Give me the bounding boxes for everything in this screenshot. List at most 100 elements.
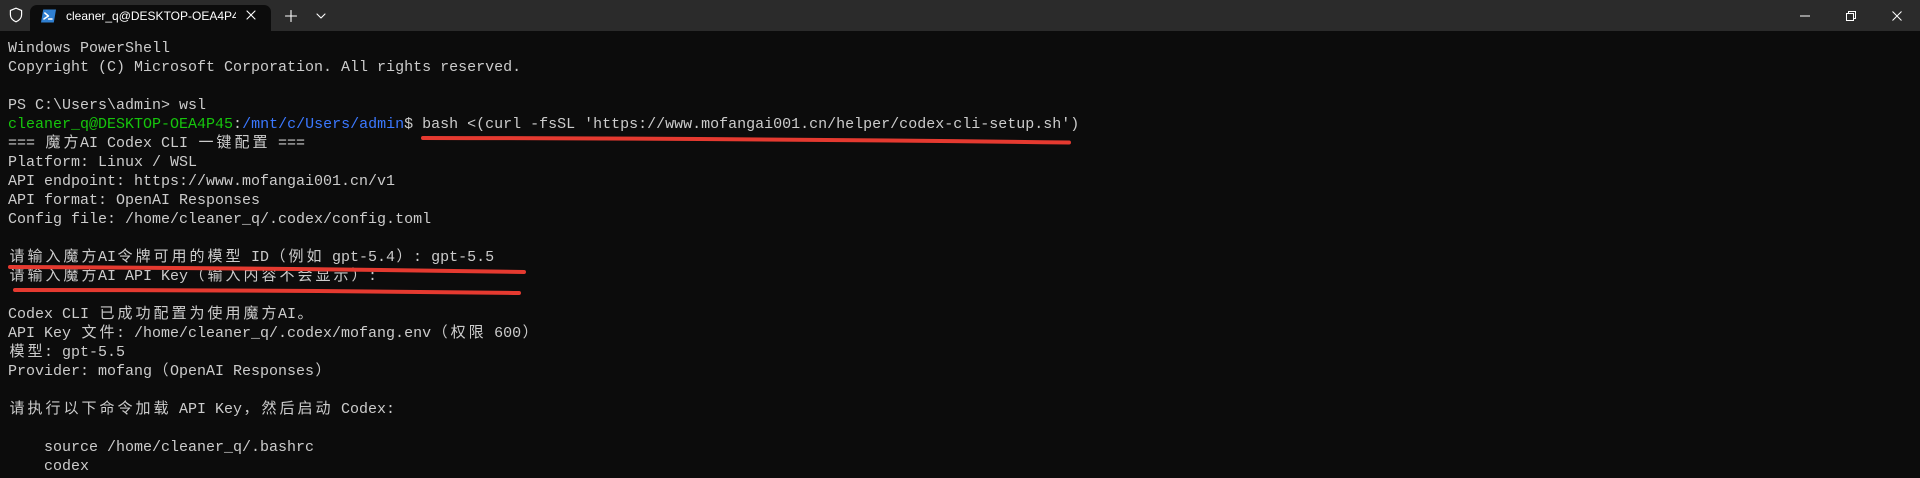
wide-char: ） — [315, 363, 331, 380]
wide-char: ） — [522, 325, 538, 342]
wide-char: 魔 — [63, 268, 79, 285]
powershell-command: wsl — [179, 97, 207, 114]
wide-char: 。 — [297, 306, 313, 323]
wide-char: 执 — [27, 401, 43, 418]
wide-char: 方 — [261, 306, 277, 323]
wide-char: 件 — [99, 325, 115, 342]
wide-char: 使 — [207, 306, 223, 323]
new-tab-button[interactable] — [276, 2, 306, 29]
terminal-output[interactable]: Windows PowerShell Copyright (C) Microso… — [0, 31, 1920, 478]
wide-char: 方 — [63, 135, 79, 152]
powershell-prompt: PS C:\Users\admin> — [8, 97, 171, 114]
model-id-prompt-line: 请输入魔方 AI令牌可用的模型 ID（例如 gpt-5.4）: gpt-5.5 — [8, 248, 1912, 267]
tab-active[interactable]: cleaner_q@DESKTOP-OEA4P4 — [30, 5, 271, 31]
setup-platform: Platform: Linux / WSL — [8, 154, 198, 171]
powershell-icon — [40, 8, 57, 24]
wide-char: 行 — [45, 401, 61, 418]
wide-char: 载 — [153, 401, 169, 418]
prompt-user-host: cleaner_q@DESKTOP-OEA4P45 — [8, 116, 234, 133]
model-id-question: 请输入魔方 AI令牌可用的模型 ID（例如 gpt-5.4）: — [9, 249, 423, 266]
wide-char: 显 — [315, 268, 331, 285]
window-close-button[interactable] — [1874, 0, 1920, 31]
wide-char: （ — [153, 363, 169, 380]
close-icon[interactable] — [246, 10, 256, 20]
wide-char: ， — [243, 401, 259, 418]
shield-icon — [9, 7, 23, 23]
minimize-button[interactable] — [1782, 0, 1828, 31]
wide-char: 内 — [243, 268, 259, 285]
setup-config-file: Config file: /home/cleaner_q/.codex/conf… — [8, 211, 432, 228]
wide-char: 后 — [279, 401, 295, 418]
wide-char: 牌 — [135, 249, 151, 266]
wide-char: 下 — [81, 401, 97, 418]
wide-char: 令 — [117, 401, 133, 418]
wide-char: （ — [432, 325, 448, 342]
api-key-prompt-line: 请输入魔方 AI API Key（输入内容不会显示）: — [8, 267, 1912, 286]
wide-char: 方 — [81, 268, 97, 285]
wide-char: 加 — [135, 401, 151, 418]
wide-char: 一 — [198, 135, 214, 152]
wide-char: 键 — [216, 135, 232, 152]
wide-char: 请 — [9, 401, 25, 418]
chevron-down-icon — [316, 12, 326, 19]
minimize-icon — [1800, 15, 1810, 16]
wide-char: 为 — [189, 306, 205, 323]
wide-char: 已 — [99, 306, 115, 323]
wide-char: 动 — [315, 401, 331, 418]
wide-char: 以 — [63, 401, 79, 418]
wide-char: 不 — [279, 268, 295, 285]
wide-char: 例 — [288, 249, 304, 266]
powershell-prompt-line: PS C:\Users\admin> wsl — [8, 96, 1912, 115]
setup-command: bash <(curl -fsSL 'https://www.mofangai0… — [422, 116, 1080, 133]
wide-char: 可 — [153, 249, 169, 266]
wide-char: 然 — [261, 401, 277, 418]
wide-char: 模 — [207, 249, 223, 266]
wide-char: 模 — [9, 344, 25, 361]
result-provider: Provider: mofang（ OpenAI Responses） — [8, 363, 331, 380]
instruction-text: 请执行以下命令加载 API Key，然后启动 Codex: — [9, 401, 396, 418]
wide-char: 置 — [171, 306, 187, 323]
wide-char: 功 — [135, 306, 151, 323]
wide-char: 输 — [27, 268, 43, 285]
plus-icon — [285, 9, 297, 22]
setup-api-format: API format: OpenAI Responses — [8, 192, 261, 209]
prompt-separator: : — [233, 116, 243, 133]
model-id-answer: gpt-5.5 — [431, 249, 495, 266]
wide-char: （ — [189, 268, 205, 285]
wide-char: 魔 — [45, 135, 61, 152]
wide-char: 配 — [234, 135, 250, 152]
window-close-icon — [1892, 10, 1902, 21]
restore-button[interactable] — [1828, 0, 1874, 31]
result-success: Codex CLI 已成功配置为使用魔方 AI。 — [8, 306, 313, 323]
wide-char: 权 — [450, 325, 466, 342]
wide-char: 文 — [81, 325, 97, 342]
prompt-path: /mnt/c/Users/admin — [242, 116, 405, 133]
setup-api-endpoint: API endpoint: https://www.mofangai001.cn… — [8, 173, 396, 190]
wide-char: 入 — [225, 268, 241, 285]
setup-header: === 魔方 AI Codex CLI 一键配置 === — [8, 135, 306, 152]
wide-char: 配 — [153, 306, 169, 323]
wide-char: 魔 — [63, 249, 79, 266]
tab-title: cleaner_q@DESKTOP-OEA4P4 — [66, 9, 236, 23]
restore-icon — [1846, 10, 1856, 21]
wide-char: 容 — [261, 268, 277, 285]
wide-char: 型 — [27, 344, 43, 361]
wide-char: 输 — [207, 268, 223, 285]
result-model: 模型: gpt-5.5 — [9, 344, 126, 361]
api-key-question: 请输入魔方 AI API Key（输入内容不会显示）: — [9, 268, 378, 285]
tab-dropdown-button[interactable] — [307, 2, 335, 29]
title-bar[interactable]: cleaner_q@DESKTOP-OEA4P4 — [0, 0, 1920, 31]
wide-char: （ — [270, 249, 286, 266]
wide-char: 限 — [468, 325, 484, 342]
wide-char: 令 — [117, 249, 133, 266]
wide-char: 魔 — [243, 306, 259, 323]
wide-char: 请 — [9, 268, 25, 285]
wide-char: 型 — [225, 249, 241, 266]
wide-char: ） — [351, 268, 367, 285]
wide-char: 命 — [99, 401, 115, 418]
